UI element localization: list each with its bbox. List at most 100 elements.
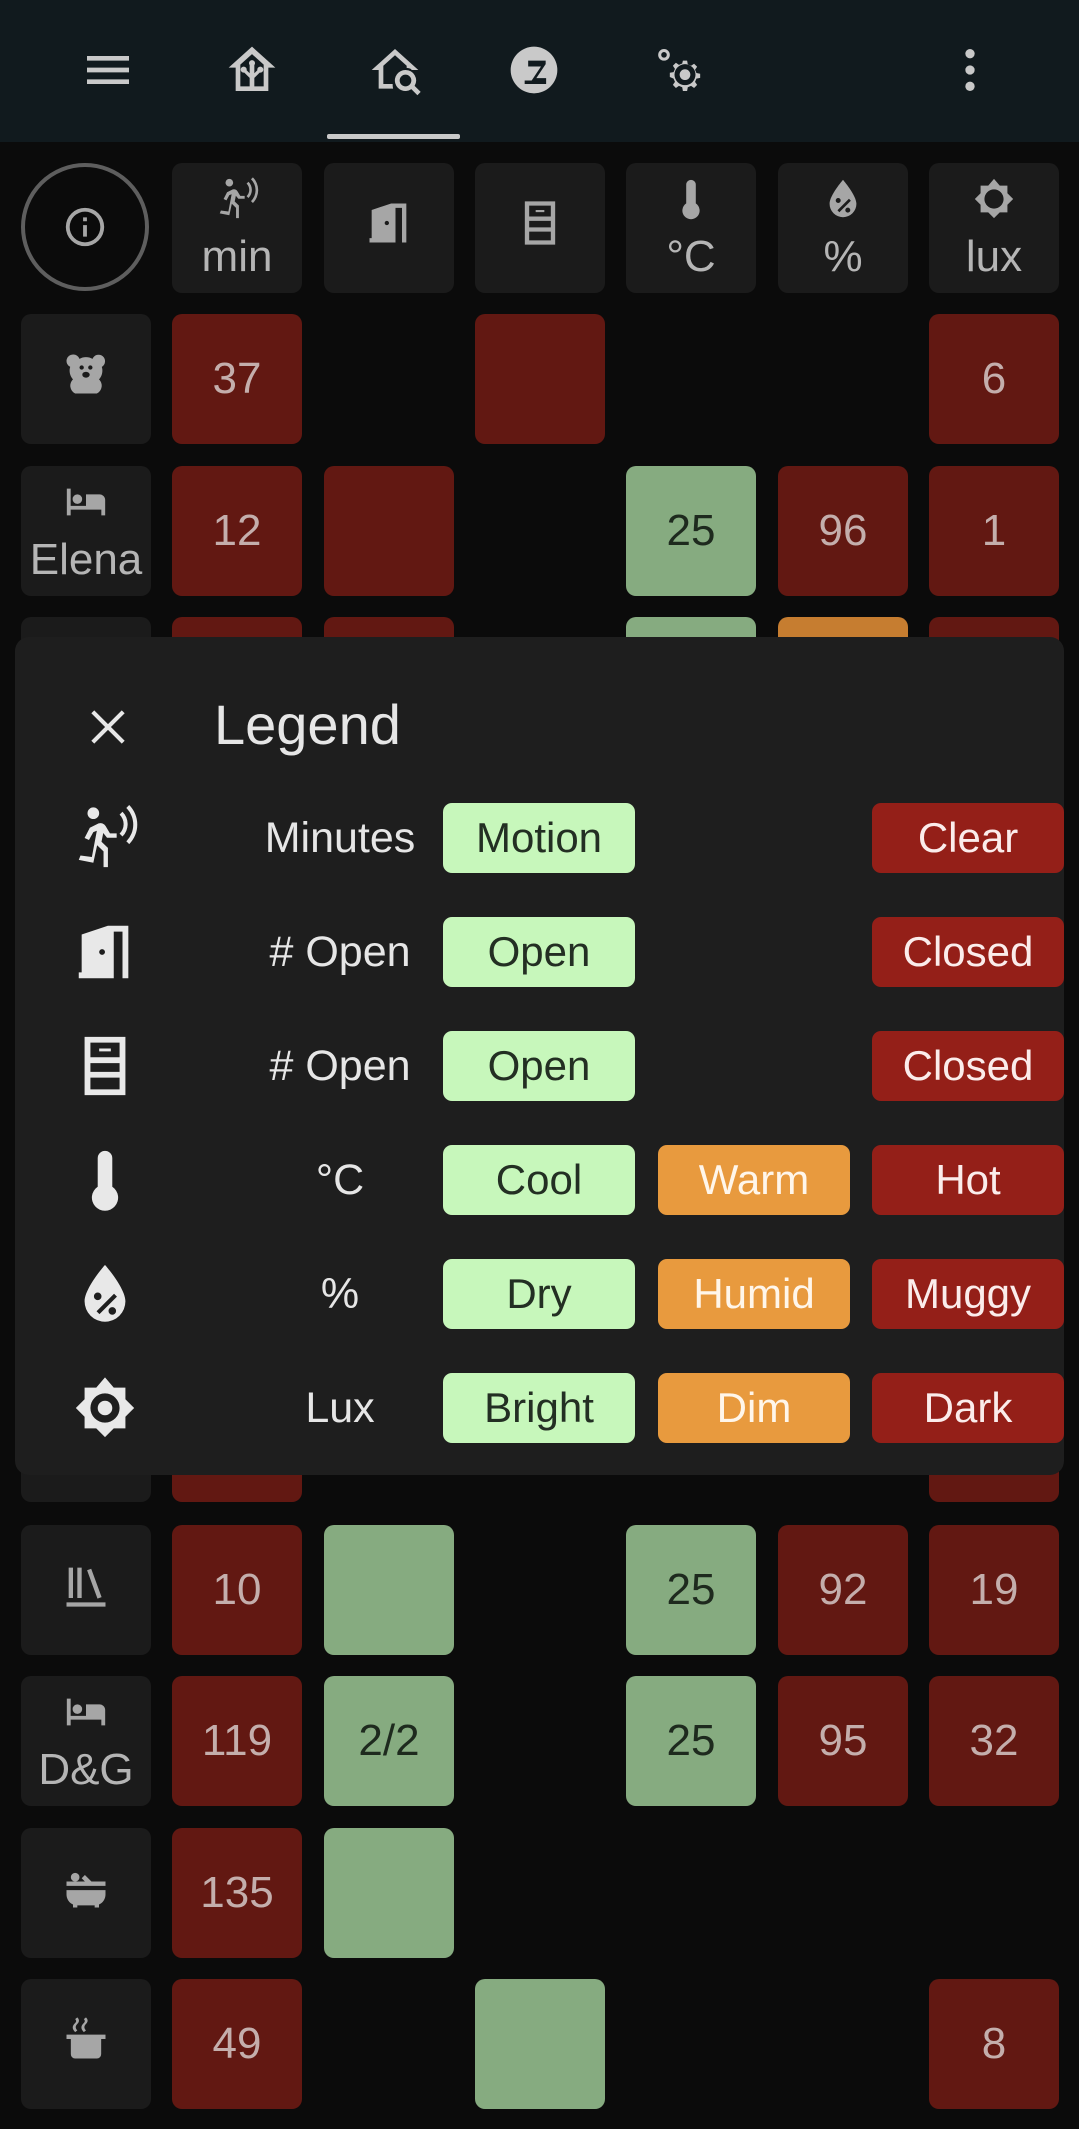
legend-chip-bad: Hot [872,1145,1064,1215]
room-button-nursery[interactable] [21,314,151,444]
cell-nursery-lux[interactable]: 6 [929,314,1059,444]
header-window [475,163,605,293]
cell-dg-door[interactable]: 2/2 [324,1676,454,1806]
legend-chip-good: Dry [443,1259,635,1329]
cell-value: 8 [981,2019,1007,2068]
legend-chip-bad: Muggy [872,1259,1064,1329]
cell-value: 135 [200,1868,274,1917]
legend-row-window: # Open Open Closed [15,1031,1064,1101]
bathtub-icon [60,1862,112,1925]
cell-library-humidity[interactable]: 92 [778,1525,908,1655]
legend-row-motion: Minutes Motion Clear [15,803,1064,873]
brightness-icon [65,1368,145,1448]
room-button-bathroom[interactable] [21,1828,151,1958]
cell-value: 2/2 [358,1716,420,1765]
window-icon [514,197,566,260]
window-icon [65,1026,145,1106]
room-label: D&G [38,1744,134,1794]
library-icon [60,1559,112,1622]
cell-kitchen-lux[interactable]: 8 [929,1979,1059,2109]
legend-chip-mid: Humid [658,1259,850,1329]
cell-kitchen-motion[interactable]: 49 [172,1979,302,2109]
bed-icon [63,479,109,536]
legend-row-door: # Open Open Closed [15,917,1064,987]
cell-value: 92 [818,1565,868,1614]
cell-dg-humidity[interactable]: 95 [778,1676,908,1806]
cell-elena-door[interactable] [324,466,454,596]
cell-library-temperature[interactable]: 25 [626,1525,756,1655]
cell-value: 32 [969,1716,1019,1765]
legend-chip-bad: Dark [872,1373,1064,1443]
cell-elena-lux[interactable]: 1 [929,466,1059,596]
cell-bathroom-motion[interactable]: 135 [172,1828,302,1958]
room-button-dg[interactable]: D&G [21,1676,151,1806]
legend-unit: Minutes [264,814,416,862]
cell-value: 19 [969,1565,1019,1614]
header-lux: lux [929,163,1059,293]
legend-unit: # Open [269,928,411,976]
door-icon [65,912,145,992]
close-button[interactable] [60,679,156,775]
humidity-icon [820,176,866,233]
info-button[interactable] [21,163,149,291]
cell-elena-temperature[interactable]: 25 [626,466,756,596]
header-door [324,163,454,293]
header-unit-celsius: °C [666,231,716,281]
header-unit-percent: % [823,231,863,281]
cell-bathroom-door[interactable] [324,1828,454,1958]
more-vertical-icon[interactable] [922,22,1018,118]
home-search-icon[interactable] [347,22,443,118]
header-humidity: % [778,163,908,293]
header-motion: min [172,163,302,293]
cell-value: 25 [666,1565,716,1614]
room-button-kitchen[interactable] [21,1979,151,2109]
legend-chip-good: Open [443,1031,635,1101]
header-unit-lux: lux [965,231,1023,281]
legend-chip-good: Motion [443,803,635,873]
cell-value: 49 [212,2019,262,2068]
legend-chip-mid: Dim [658,1373,850,1443]
room-button-elena[interactable]: Elena [21,466,151,596]
cell-dg-motion[interactable]: 119 [172,1676,302,1806]
cell-value: 95 [818,1716,868,1765]
cell-value: 6 [981,354,1007,403]
legend-chip-good: Open [443,917,635,987]
legend-chip-good: Bright [443,1373,635,1443]
legend-unit: °C [315,1156,365,1204]
cell-value: 10 [212,1565,262,1614]
cell-nursery-motion[interactable]: 37 [172,314,302,444]
cell-library-lux[interactable]: 19 [929,1525,1059,1655]
cell-library-door[interactable] [324,1525,454,1655]
cell-elena-humidity[interactable]: 96 [778,466,908,596]
menu-icon[interactable] [60,22,156,118]
room-label: Elena [29,534,143,584]
bed-icon [63,1689,109,1746]
cell-value: 25 [666,1716,716,1765]
room-button-library[interactable] [21,1525,151,1655]
legend-chip-bad: Clear [872,803,1064,873]
thermometer-icon [65,1140,145,1220]
cell-elena-motion[interactable]: 12 [172,466,302,596]
zwave-icon[interactable] [486,22,582,118]
brightness-icon [971,176,1017,233]
cell-value: 119 [201,1716,273,1765]
info-icon [65,207,105,247]
dialog-title: Legend [214,693,401,756]
settings-icon[interactable] [630,22,726,118]
cell-kitchen-window[interactable] [475,1979,605,2109]
legend-unit: Lux [305,1384,375,1432]
legend-row-humidity: % Dry Humid Muggy [15,1259,1064,1329]
cell-value: 1 [981,506,1007,555]
cell-value: 37 [212,354,262,403]
legend-chip-good: Cool [443,1145,635,1215]
cell-dg-temperature[interactable]: 25 [626,1676,756,1806]
legend-chip-bad: Closed [872,917,1064,987]
cell-value: 12 [212,506,262,555]
cell-dg-lux[interactable]: 32 [929,1676,1059,1806]
close-icon [91,710,125,744]
home-assistant-icon[interactable] [204,22,300,118]
cell-library-motion[interactable]: 10 [172,1525,302,1655]
legend-row-temperature: °C Cool Warm Hot [15,1145,1064,1215]
legend-chip-mid: Warm [658,1145,850,1215]
cell-nursery-window[interactable] [475,314,605,444]
